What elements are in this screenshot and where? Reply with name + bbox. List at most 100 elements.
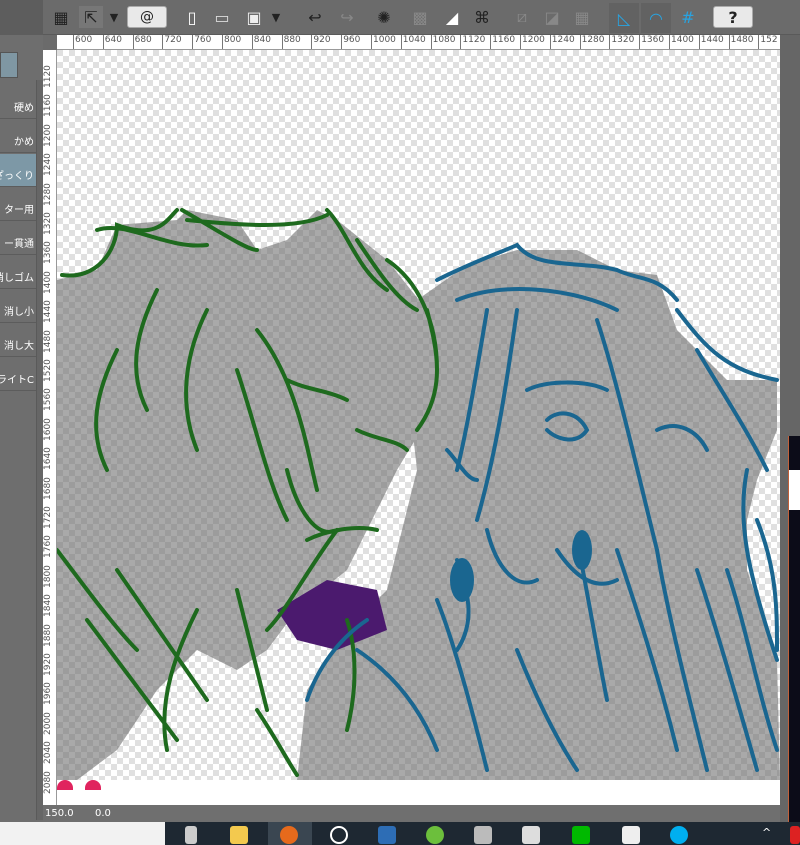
dropdown-icon[interactable]: ▼ [107,6,121,28]
drawing-canvas[interactable] [57,50,780,780]
vertical-ruler: 1120 1160 1200 1240 1280 1320 1360 1400 1440 1480… [43,50,57,805]
blue-fill-mark [450,558,474,602]
select-border-icon[interactable]: ▦ [571,6,593,28]
app-icon[interactable] [426,826,444,844]
clip-studio-paint-icon[interactable] [522,826,540,844]
ruler-label: 1480 [728,35,754,49]
ruler-label: 1600 [43,417,53,441]
panel-scrollbar[interactable] [36,80,43,820]
ruler-label: 960 [341,35,360,49]
sub-tool-item[interactable]: ライトC [0,358,36,391]
sub-tool-item[interactable]: 消し小 [0,290,36,323]
ruler-label: 600 [73,35,92,49]
sub-tool-item[interactable]: ター用 [0,188,36,221]
invert-selection-icon[interactable]: ◪ [541,6,563,28]
ruler-label: 1760 [43,535,53,559]
color-swatch[interactable] [57,780,73,790]
ruler-label: 1640 [43,447,53,471]
sub-tool-item[interactable]: 消しゴム [0,256,36,289]
paint-app-icon[interactable] [622,826,640,844]
ruler-label: 2000 [43,711,53,735]
task-view-icon[interactable] [185,826,197,844]
ruler-label: 1560 [43,388,53,412]
open-folder-icon[interactable]: ▭ [211,6,233,28]
ruler-label: 1440 [43,300,53,324]
ruler-label: 1200 [520,35,545,49]
ruler-label: 1920 [43,653,53,676]
ruler-label: 1040 [400,35,426,49]
clip-studio-icon[interactable] [474,826,492,844]
ruler-label: 840 [251,35,271,49]
move-layer-icon[interactable]: ⇱ [79,6,103,28]
app-icon[interactable] [330,826,348,844]
crop-icon[interactable]: ▩ [409,6,431,28]
status-bar: 150.0 0.0 [43,805,780,822]
ruler-label: 152 [758,35,778,49]
ruler-label: 1400 [43,270,53,294]
windows-taskbar: ^ [0,822,800,845]
ruler-label: 1680 [43,476,53,500]
sub-tool-item[interactable]: ー貫通 [0,222,36,255]
skype-icon[interactable] [670,826,688,844]
ruler-label: 1800 [43,564,53,588]
save-icon[interactable]: ▣ [243,6,265,28]
ruler-label: 1960 [43,682,53,706]
sub-tool-item[interactable]: かめ [0,120,36,153]
fill-icon[interactable]: ◢ [441,6,463,28]
ruler-label: 1240 [43,153,53,177]
sub-tool-item[interactable]: 硬め [0,86,36,119]
panel-tab[interactable] [0,52,18,78]
command-bar: ▦ ⇱ ▼ @ ▯ ▭ ▣ ▼ ↩ ↪ ✺ ▩ ◢ ⌘ ⧄ ◪ ▦ ◺ ◠ # … [43,0,800,35]
ruler-label: 1240 [549,35,575,49]
special-ruler-snap-icon[interactable]: ◠ [641,3,671,33]
ruler-label: 1200 [43,123,53,147]
clear-selection-icon[interactable]: ⧄ [511,6,533,28]
ruler-label: 1080 [430,35,456,49]
ruler-label: 2080 [43,770,53,794]
grid-icon[interactable]: ▦ [51,6,71,28]
horizontal-ruler: 600 640 680 720 760 800 840 880 920 960 1000 1040 10… [57,35,780,50]
ruler-label: 1120 [460,35,485,49]
firefox-icon[interactable] [280,826,298,844]
ruler-label: 1840 [43,594,53,618]
app-icon[interactable] [378,826,396,844]
file-explorer-icon[interactable] [230,826,248,844]
ruler-label: 760 [192,35,211,49]
ruler-label: 800 [222,35,241,49]
line-icon[interactable] [572,826,590,844]
chevron-up-icon[interactable]: ^ [762,826,774,844]
undo-icon[interactable]: ↩ [303,6,327,28]
dropdown-icon[interactable]: ▼ [269,6,283,28]
ruler-label: 1360 [639,35,664,49]
grid-snap-icon[interactable]: # [675,6,701,28]
rotation-value[interactable]: 0.0 [95,808,111,819]
ruler-label: 680 [132,35,152,49]
help-icon[interactable]: ? [713,6,753,28]
sub-tool-item[interactable]: ざっくり [0,154,36,187]
ruler-label: 1120 [43,65,53,88]
overlapping-window[interactable] [788,436,800,822]
ruler-label: 1280 [43,182,53,206]
taskbar-search[interactable] [0,822,165,845]
redo-icon[interactable]: ↪ [335,6,359,28]
panel-header [0,0,43,35]
loading-icon[interactable]: ✺ [373,6,395,28]
ruler-label: 1520 [43,359,53,382]
ruler-label: 720 [162,35,182,49]
transform-icon[interactable]: ⌘ [471,6,493,28]
ruler-label: 2040 [43,741,53,765]
tray-icon[interactable] [790,826,800,844]
ruler-snap-icon[interactable]: ◺ [609,3,639,33]
blue-fill-mark [572,530,592,570]
zoom-value[interactable]: 150.0 [45,808,74,819]
ruler-label: 1440 [698,35,724,49]
clip-logo-icon[interactable]: @ [127,6,167,28]
canvas-margin [57,780,780,805]
ruler-label: 1280 [579,35,605,49]
sub-tool-panel: 硬めかめざっくりター用ー貫通消しゴム消し小消し大ライトC [0,0,43,822]
color-swatch[interactable] [85,780,101,790]
ruler-label: 1400 [669,35,694,49]
ruler-label: 1880 [43,623,53,647]
sub-tool-item[interactable]: 消し大 [0,324,36,357]
new-file-icon[interactable]: ▯ [183,6,201,28]
